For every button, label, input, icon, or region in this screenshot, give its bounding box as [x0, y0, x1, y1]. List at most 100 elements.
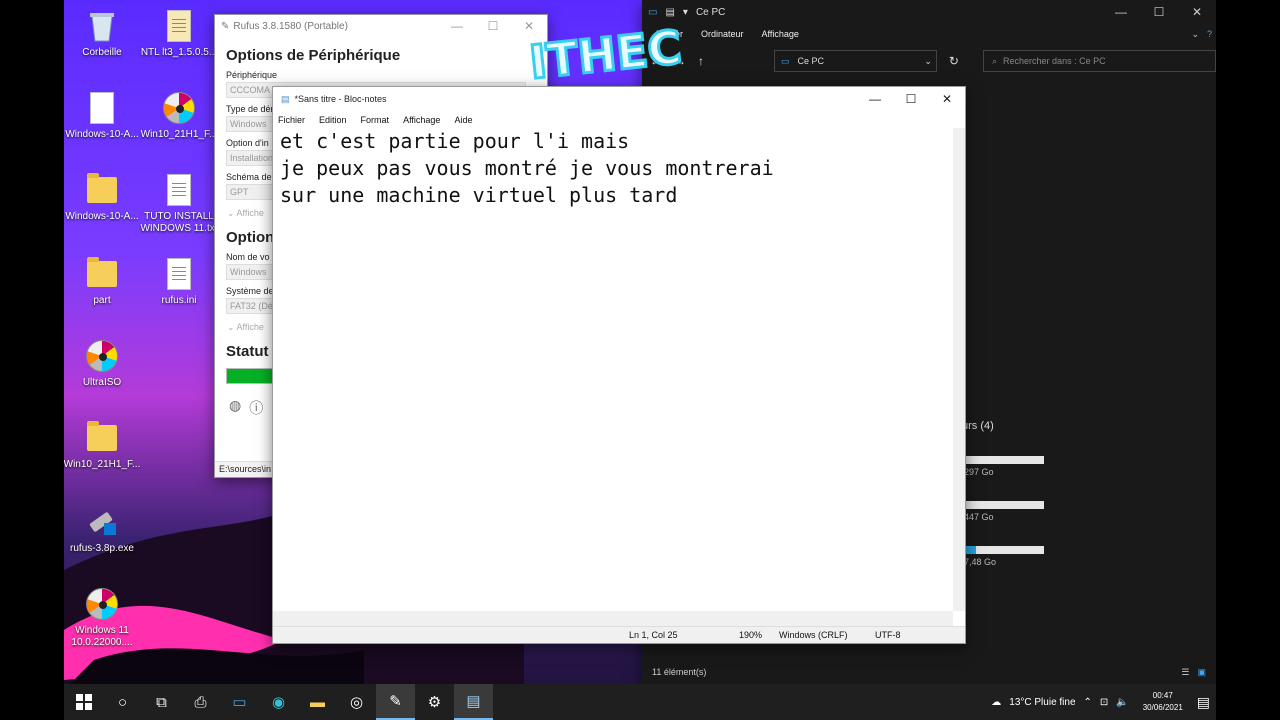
drive-item[interactable]: 447 Go — [964, 501, 1044, 522]
search-input[interactable]: ⌕ Rechercher dans : Ce PC — [982, 50, 1216, 72]
desktop-icon-tuto-install[interactable]: TUTO INSTALL WINDOWS 11.txt — [139, 172, 219, 235]
maximize-button[interactable]: ☐ — [475, 19, 511, 33]
zoom-level: 190% — [739, 630, 763, 640]
rufus-title: Rufus 3.8.1580 (Portable) — [233, 20, 348, 32]
desktop-icon-ultraiso[interactable]: UltraISO — [64, 338, 142, 389]
disc-image-icon — [85, 586, 119, 622]
text-file-icon — [162, 172, 196, 208]
drive-item[interactable]: 297 Go — [964, 456, 1044, 477]
obs-icon: ◎ — [349, 694, 364, 711]
taskbar-app-remote[interactable]: ▭ — [220, 684, 259, 720]
taskbar-app-obs[interactable]: ◎ — [337, 684, 376, 720]
notepad-titlebar[interactable]: ▤ *Sans titre - Bloc-notes — ☐ ✕ — [273, 87, 965, 111]
watermark-logo: ITHEC — [525, 18, 685, 84]
desktop-icon-label: rufus-3.8p.exe — [70, 543, 134, 554]
drive-item[interactable]: 7,48 Go — [964, 546, 1044, 567]
drive-capacity: 447 Go — [964, 512, 994, 522]
desktop-icon-label: Windows-10-A... — [65, 129, 139, 140]
drive-capacity: 7,48 Go — [964, 557, 997, 567]
ribbon-expand-icon[interactable]: ⌄ — [1191, 29, 1199, 40]
clock[interactable]: 00:47 30/06/2021 — [1137, 690, 1189, 714]
horizontal-scrollbar[interactable] — [273, 611, 953, 626]
desktop-icon-rufus-ini[interactable]: rufus.ini — [139, 256, 219, 307]
notepad-text-area[interactable]: et c'est partie pour l'i mais je peux pa… — [273, 128, 953, 611]
taskbar-app-settings[interactable]: ⚙ — [415, 684, 454, 720]
refresh-icon[interactable]: ↻ — [949, 54, 959, 68]
system-tray: ☁ 13°C Pluie fine ⌃ ⊡ 🔈 00:47 30/06/2021… — [991, 690, 1216, 714]
notepad-icon: ▤ — [466, 693, 481, 710]
taskbar-app-edge[interactable]: ◉ — [259, 684, 298, 720]
taskbar-app-rufus[interactable]: ✎ — [376, 684, 415, 720]
menu-fichier[interactable]: Fichier — [278, 115, 305, 125]
gear-icon: ⚙ — [427, 694, 442, 711]
address-bar[interactable]: ▭ Ce PC ⌄ — [774, 50, 937, 72]
clock-time: 00:47 — [1152, 691, 1173, 700]
help-icon[interactable]: ? — [1207, 29, 1212, 40]
large-icons-view-icon[interactable]: ▣ — [1197, 667, 1206, 678]
chevron-down-icon[interactable]: ⌄ — [924, 56, 936, 67]
close-button[interactable]: ✕ — [929, 92, 965, 106]
vertical-scrollbar[interactable] — [953, 128, 965, 611]
desktop-icon-rufus-exe[interactable]: rufus-3.8p.exe — [64, 504, 142, 555]
cursor-position: Ln 1, Col 25 — [629, 630, 678, 640]
desktop-icon-windows10-a-zip[interactable]: Windows-10-A... — [64, 172, 142, 223]
globe-icon[interactable]: ◍ — [229, 398, 241, 418]
maximize-button[interactable]: ☐ — [893, 92, 929, 106]
desktop-icon-label: NTL lt3_1.5.0.5... — [140, 47, 218, 58]
menu-edition[interactable]: Edition — [319, 115, 347, 125]
minimize-button[interactable]: — — [439, 19, 475, 33]
document-icon — [162, 8, 196, 44]
explorer-statusbar: 11 élément(s) ☰ ▣ — [642, 660, 1216, 684]
volume-icon[interactable]: 🔈 — [1116, 697, 1128, 708]
circle-search-icon: ○ — [117, 693, 128, 711]
toggle-label: Affiche — [236, 208, 264, 218]
desktop-icon-recycle-bin[interactable]: Corbeille — [64, 8, 142, 59]
desktop-icon-windows11-iso[interactable]: Windows 11 10.0.22000.... — [64, 586, 142, 649]
weather-text[interactable]: 13°C Pluie fine — [1009, 697, 1075, 708]
close-button[interactable]: ✕ — [1178, 5, 1216, 19]
drive-usage-bar — [964, 456, 1044, 464]
item-count: 11 élément(s) — [652, 667, 707, 677]
maximize-button[interactable]: ☐ — [1140, 5, 1178, 19]
drive-usage-bar — [964, 501, 1044, 509]
task-view-button[interactable]: ⧉ — [142, 684, 181, 720]
desktop-icon-part[interactable]: part — [64, 256, 142, 307]
menu-affichage[interactable]: Affichage — [403, 115, 440, 125]
task-view-icon: ⧉ — [156, 693, 167, 711]
devices-group-header[interactable]: urs (4) — [962, 420, 994, 432]
notification-icon[interactable]: ▤ — [1197, 694, 1210, 711]
encoding: UTF-8 — [875, 630, 901, 640]
desktop-icon-label: Win10_21H1_F... — [140, 129, 218, 140]
search-button[interactable]: ○ — [103, 684, 142, 720]
clock-date: 30/06/2021 — [1142, 703, 1183, 712]
desktop-icon-win10-iso[interactable]: Win10_21H1_F... — [139, 90, 219, 141]
network-icon[interactable]: ⊡ — [1100, 697, 1108, 708]
desktop-icon-windows10-a[interactable]: Windows-10-A... — [64, 90, 142, 141]
folder-icon — [85, 256, 119, 292]
edge-icon: ◉ — [271, 694, 286, 711]
notepad-window[interactable]: ▤ *Sans titre - Bloc-notes — ☐ ✕ Fichier… — [272, 86, 966, 644]
desktop-icon-ntl-file[interactable]: NTL lt3_1.5.0.5... — [139, 8, 219, 59]
settings-file-icon — [162, 256, 196, 292]
usb-icon: ✎ — [389, 693, 402, 710]
start-button[interactable] — [64, 684, 103, 720]
minimize-button[interactable]: — — [1102, 5, 1140, 19]
disc-image-icon — [85, 338, 119, 374]
desktop-icon-win10-zip[interactable]: Win10_21H1_F... — [64, 420, 142, 471]
desktop-icon-label: UltraISO — [82, 377, 122, 388]
taskbar-app-notepad[interactable]: ▤ — [454, 684, 493, 720]
menu-aide[interactable]: Aide — [454, 115, 472, 125]
taskbar-app-printer[interactable]: ⎙ — [181, 684, 220, 720]
info-icon[interactable]: ⓘ — [249, 398, 263, 418]
details-view-icon[interactable]: ☰ — [1181, 667, 1189, 678]
menu-format[interactable]: Format — [361, 115, 390, 125]
notepad-statusbar: Ln 1, Col 25 190% Windows (CRLF) UTF-8 — [273, 626, 965, 643]
line-ending: Windows (CRLF) — [779, 630, 848, 640]
address-text: Ce PC — [797, 56, 825, 66]
letterbox-right — [1216, 0, 1280, 720]
chevron-up-icon[interactable]: ⌃ — [1084, 697, 1092, 708]
monitor-icon: ▭ — [232, 694, 247, 711]
taskbar-app-explorer[interactable]: ▬ — [298, 684, 337, 720]
minimize-button[interactable]: — — [857, 92, 893, 106]
rufus-titlebar[interactable]: ✎ Rufus 3.8.1580 (Portable) — ☐ ✕ — [215, 15, 547, 37]
